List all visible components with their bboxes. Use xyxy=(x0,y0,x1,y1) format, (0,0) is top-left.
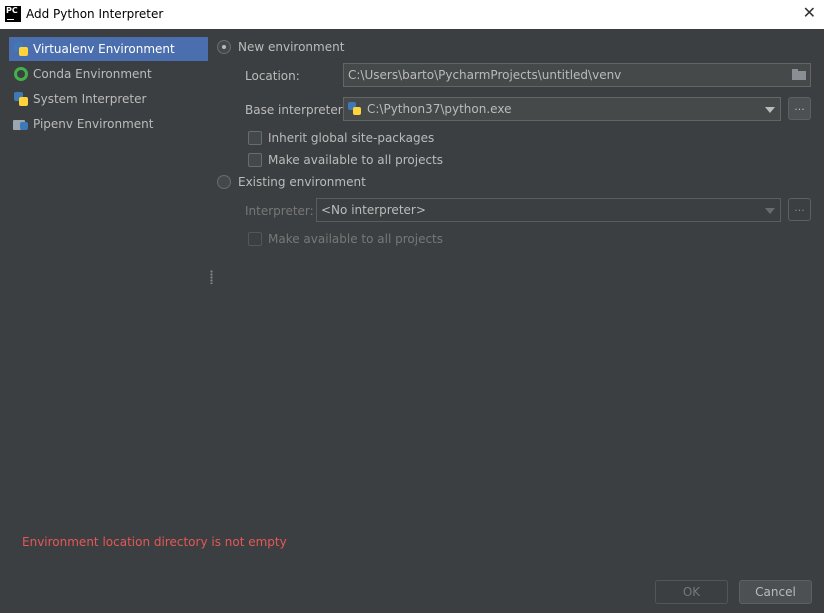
chevron-down-icon xyxy=(765,208,775,214)
chevron-down-icon xyxy=(765,107,775,113)
cancel-button[interactable]: Cancel xyxy=(739,580,812,604)
existing-make-available-label: Make available to all projects xyxy=(268,232,444,246)
sidebar-item-label: Virtualenv Environment xyxy=(33,42,175,56)
inherit-site-packages-label: Inherit global site-packages xyxy=(268,131,435,145)
sidebar-item-conda[interactable]: Conda Environment xyxy=(9,62,208,86)
new-environment-label: New environment xyxy=(238,40,345,54)
title-bar: PC Add Python Interpreter ✕ xyxy=(0,0,824,29)
interpreter-browse-button[interactable]: ... xyxy=(788,198,811,221)
existing-environment-radio[interactable] xyxy=(217,175,231,189)
environment-type-sidebar: Virtualenv Environment Conda Environment… xyxy=(0,29,212,539)
close-icon[interactable]: ✕ xyxy=(803,4,816,22)
location-label: Location: xyxy=(245,69,300,83)
existing-environment-label: Existing environment xyxy=(238,175,366,189)
pycharm-app-icon: PC xyxy=(5,6,21,22)
base-interpreter-label: Base interpreter: xyxy=(245,103,347,117)
python-icon xyxy=(13,41,29,57)
python-icon xyxy=(13,91,29,107)
splitter-handle[interactable] xyxy=(210,270,213,284)
new-environment-radio[interactable] xyxy=(217,40,231,54)
base-interpreter-dropdown[interactable]: C:\Python37\python.exe xyxy=(343,97,781,121)
base-interpreter-value: C:\Python37\python.exe xyxy=(367,102,512,116)
existing-make-available-checkbox[interactable] xyxy=(248,232,262,246)
error-message: Environment location directory is not em… xyxy=(22,535,287,549)
ok-button[interactable]: OK xyxy=(655,580,728,604)
python-icon xyxy=(348,102,362,116)
window-title: Add Python Interpreter xyxy=(26,7,164,21)
make-available-checkbox[interactable] xyxy=(248,153,262,167)
sidebar-item-label: System Interpreter xyxy=(33,92,147,106)
sidebar-item-pipenv[interactable]: Pipenv Environment xyxy=(9,112,208,136)
sidebar-item-virtualenv[interactable]: Virtualenv Environment xyxy=(9,37,208,61)
folder-icon[interactable] xyxy=(792,69,806,80)
conda-icon xyxy=(14,67,28,81)
make-available-label: Make available to all projects xyxy=(268,153,444,167)
interpreter-value: <No interpreter> xyxy=(321,203,426,217)
sidebar-item-system-interpreter[interactable]: System Interpreter xyxy=(9,87,208,111)
interpreter-dropdown[interactable]: <No interpreter> xyxy=(316,198,781,222)
inherit-site-packages-checkbox[interactable] xyxy=(248,131,262,145)
location-value: C:\Users\barto\PycharmProjects\untitled\… xyxy=(348,68,622,82)
sidebar-item-label: Pipenv Environment xyxy=(33,117,154,131)
base-interpreter-browse-button[interactable]: ... xyxy=(788,97,811,120)
location-field[interactable]: C:\Users\barto\PycharmProjects\untitled\… xyxy=(343,63,811,87)
interpreter-label: Interpreter: xyxy=(245,204,314,218)
pipenv-icon xyxy=(13,116,29,132)
sidebar-item-label: Conda Environment xyxy=(33,67,152,81)
